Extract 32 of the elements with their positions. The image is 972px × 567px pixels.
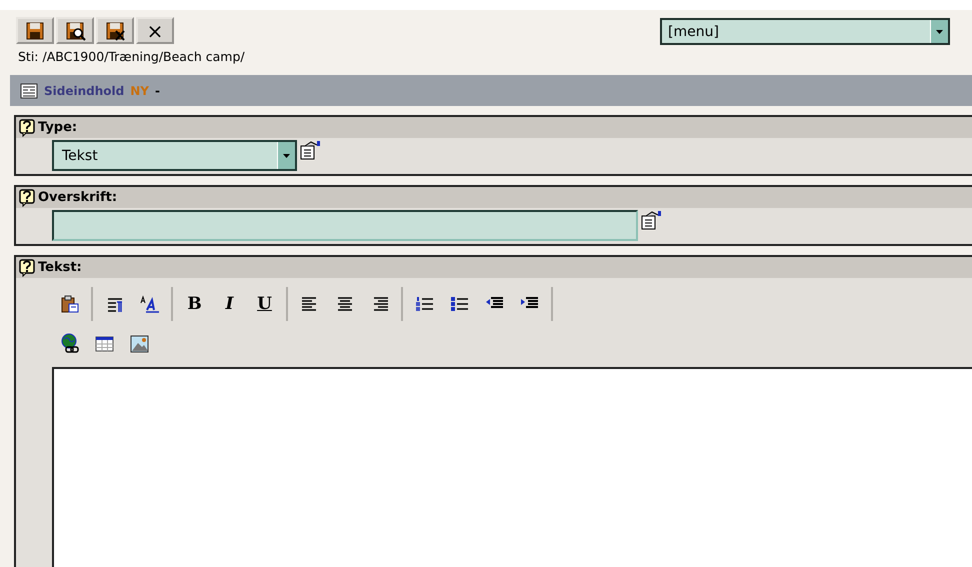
- preview-button[interactable]: [56, 17, 94, 44]
- field-label: Type:: [38, 120, 78, 135]
- type-dropdown[interactable]: Tekst: [52, 140, 297, 171]
- section-title: Sideindhold: [44, 84, 124, 98]
- paste-icon: [60, 294, 80, 314]
- table-icon: [94, 334, 114, 354]
- bold-button[interactable]: B: [177, 289, 212, 319]
- numbered-list-icon: [414, 294, 434, 314]
- font-style-icon: [138, 294, 160, 314]
- picture-icon: [130, 334, 150, 354]
- field-label: Tekst:: [38, 260, 82, 275]
- floppy-cross-icon: [104, 20, 126, 42]
- save-button[interactable]: [16, 17, 54, 44]
- bullet-list-icon: [450, 294, 470, 314]
- properties-icon: [640, 210, 662, 230]
- help-icon: [19, 258, 36, 276]
- floppy-magnifier-icon: [64, 20, 86, 42]
- content-list-icon: [20, 82, 38, 98]
- dash-text: -: [154, 84, 160, 98]
- underline-button[interactable]: U: [247, 289, 282, 319]
- breadcrumb-path: Sti: /ABC1900/Træning/Beach camp/: [18, 49, 246, 66]
- save-close-button[interactable]: [96, 17, 134, 44]
- properties-icon: [299, 140, 321, 160]
- menu-dropdown[interactable]: [menu]: [660, 18, 950, 45]
- status-label: NY: [130, 84, 149, 98]
- close-button[interactable]: ×: [136, 17, 174, 44]
- heading-input-field[interactable]: [52, 210, 638, 241]
- field-label: Overskrift:: [38, 190, 118, 205]
- italic-button[interactable]: I: [212, 289, 247, 319]
- help-icon: [19, 118, 36, 136]
- help-icon: [19, 188, 36, 206]
- globe-link-icon: [60, 333, 80, 355]
